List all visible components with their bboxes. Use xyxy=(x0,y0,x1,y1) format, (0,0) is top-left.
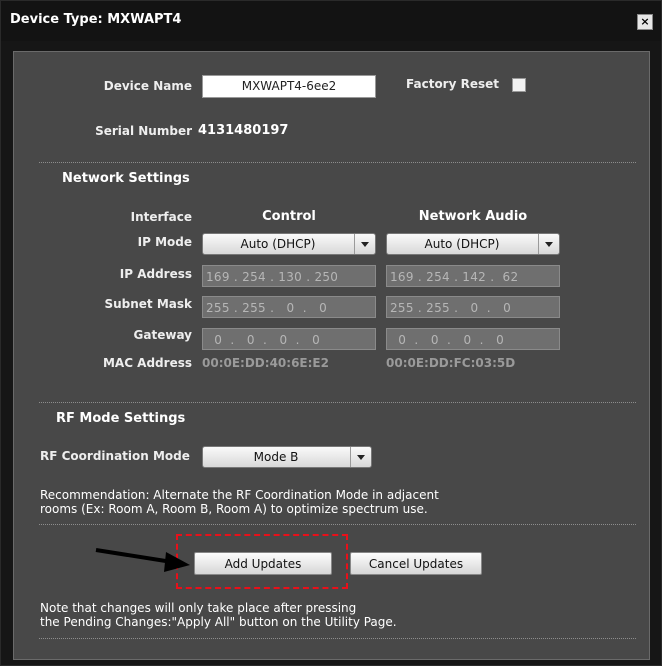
mac-address-audio: 00:0E:DD:FC:03:5D xyxy=(386,356,516,370)
divider xyxy=(39,402,636,403)
note-line-2: the Pending Changes:"Apply All" button o… xyxy=(40,615,397,629)
device-dialog: Device Type: MXWAPT4 × Device Name MXWAP… xyxy=(0,0,662,666)
factory-reset-checkbox[interactable] xyxy=(512,78,526,92)
ip-address-control-field[interactable]: 169 . 254 . 130 . 250 xyxy=(202,265,376,287)
ip-mode-control-select[interactable]: Auto (DHCP) xyxy=(202,233,376,255)
divider xyxy=(39,162,636,163)
subnet-mask-control-field[interactable]: 255 . 255 . 0 . 0 xyxy=(202,296,376,318)
ip-mode-label: IP Mode xyxy=(137,235,192,249)
column-header-network-audio: Network Audio xyxy=(418,209,528,224)
title-bar: Device Type: MXWAPT4 × xyxy=(1,1,661,41)
settings-panel: Device Name MXWAPT4-6ee2 Factory Reset S… xyxy=(13,51,650,660)
close-button[interactable]: × xyxy=(637,14,653,30)
subnet-mask-label: Subnet Mask xyxy=(104,297,192,311)
gateway-label: Gateway xyxy=(133,328,192,342)
column-header-control: Control xyxy=(262,209,316,224)
subnet-mask-audio-field[interactable]: 255 . 255 . 0 . 0 xyxy=(386,296,560,318)
rf-coordination-mode-select[interactable]: Mode B xyxy=(202,446,372,468)
gateway-audio-field[interactable]: 0 . 0 . 0 . 0 xyxy=(386,328,560,350)
serial-number-value: 4131480197 xyxy=(198,123,289,138)
ip-address-audio-field[interactable]: 169 . 254 . 142 . 62 xyxy=(386,265,560,287)
mac-address-label: MAC Address xyxy=(102,356,192,370)
device-name-label: Device Name xyxy=(103,79,192,93)
ip-mode-audio-select[interactable]: Auto (DHCP) xyxy=(386,233,560,255)
network-settings-header: Network Settings xyxy=(62,171,190,186)
add-updates-button[interactable]: Add Updates xyxy=(194,552,332,575)
pointer-arrow-icon xyxy=(95,548,190,572)
chevron-down-icon xyxy=(538,234,559,254)
rf-coordination-mode-value: Mode B xyxy=(253,450,299,464)
serial-number-label: Serial Number xyxy=(95,124,192,138)
divider xyxy=(39,638,636,639)
cancel-updates-button[interactable]: Cancel Updates xyxy=(350,552,482,575)
divider xyxy=(39,524,636,525)
chevron-down-icon xyxy=(350,447,371,467)
rf-recommendation-line-2: rooms (Ex: Room A, Room B, Room A) to op… xyxy=(40,502,428,516)
dialog-title: Device Type: MXWAPT4 xyxy=(10,12,182,27)
mac-address-control: 00:0E:DD:40:6E:E2 xyxy=(202,356,329,370)
rf-coordination-mode-label: RF Coordination Mode xyxy=(40,449,190,463)
ip-mode-audio-value: Auto (DHCP) xyxy=(424,237,500,251)
ip-mode-control-value: Auto (DHCP) xyxy=(240,237,316,251)
note-line-1: Note that changes will only take place a… xyxy=(40,601,357,615)
gateway-control-field[interactable]: 0 . 0 . 0 . 0 xyxy=(202,328,376,350)
ip-address-label: IP Address xyxy=(119,267,192,281)
device-name-input[interactable]: MXWAPT4-6ee2 xyxy=(202,75,376,98)
rf-mode-settings-header: RF Mode Settings xyxy=(56,411,186,426)
rf-recommendation-line-1: Recommendation: Alternate the RF Coordin… xyxy=(40,488,439,502)
chevron-down-icon xyxy=(354,234,375,254)
interface-label: Interface xyxy=(130,210,192,224)
factory-reset-label: Factory Reset xyxy=(406,77,499,91)
